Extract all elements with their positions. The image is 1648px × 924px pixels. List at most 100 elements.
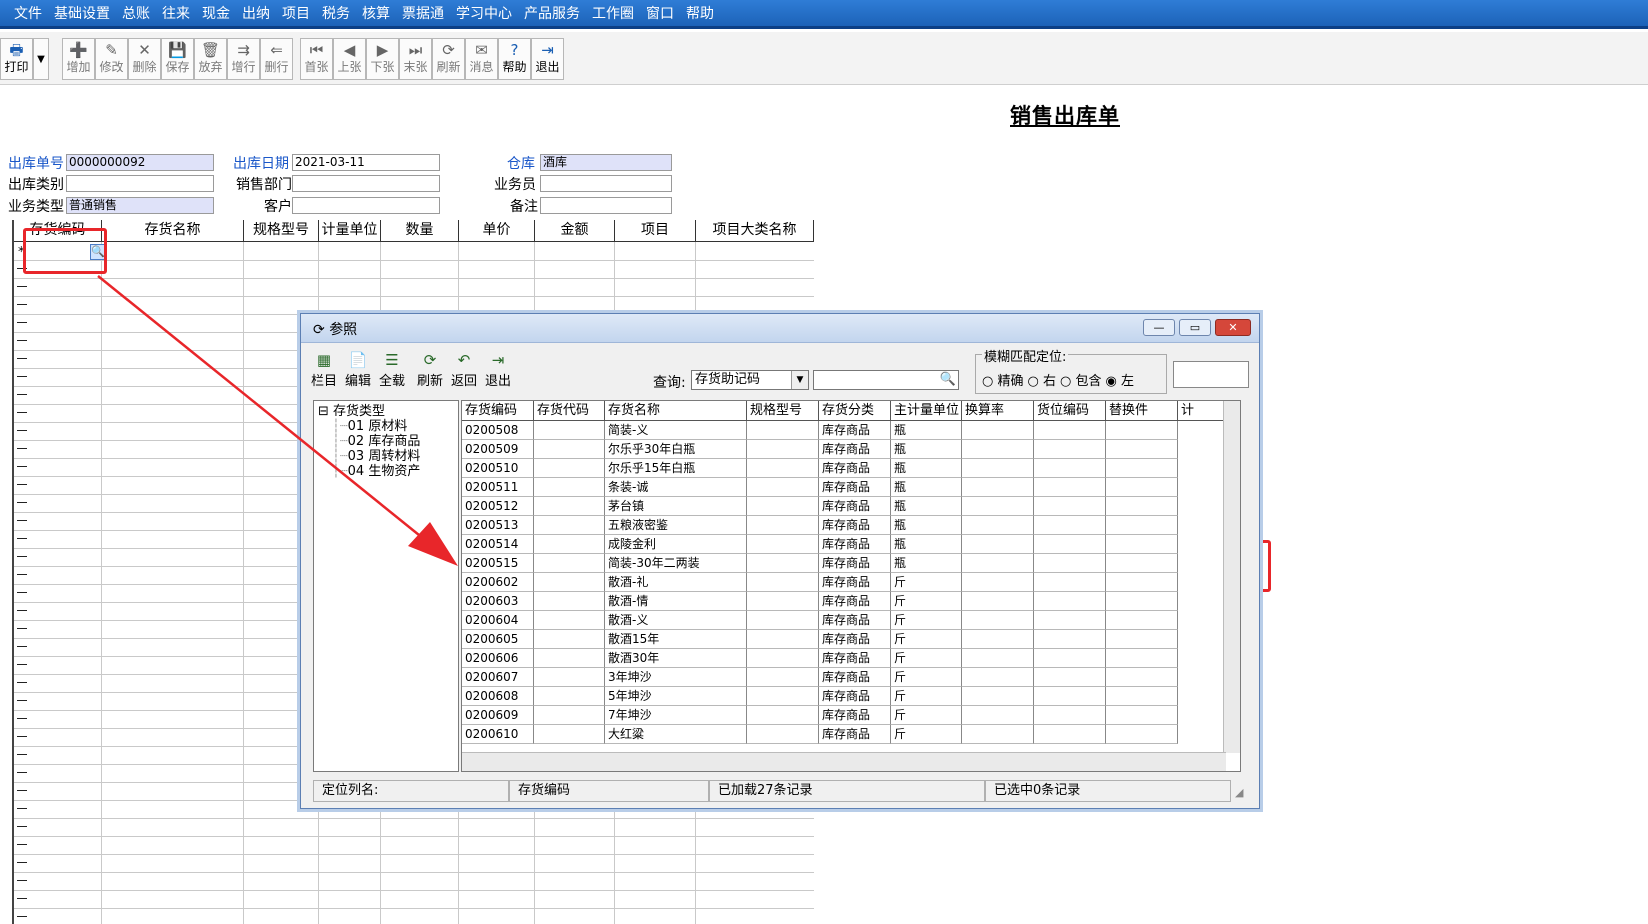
tree-node[interactable]: ┆┈02 库存商品 xyxy=(332,434,420,449)
table-cell[interactable]: 0200510 xyxy=(462,459,534,478)
fuzzy-option-2[interactable]: ○ 包含 xyxy=(1060,374,1102,389)
table-cell[interactable] xyxy=(1034,478,1106,497)
table-cell[interactable]: 尔乐乎30年白瓶 xyxy=(605,440,747,459)
table-cell[interactable]: 库存商品 xyxy=(819,421,891,440)
table-cell[interactable] xyxy=(1106,592,1178,611)
table-cell[interactable]: 0200610 xyxy=(462,725,534,744)
biz-type-field[interactable]: 普通销售 xyxy=(66,197,214,214)
table-cell[interactable] xyxy=(1034,687,1106,706)
table-cell[interactable]: 0200609 xyxy=(462,706,534,725)
table-cell[interactable]: 库存商品 xyxy=(819,630,891,649)
table-cell[interactable] xyxy=(747,573,819,592)
category-field[interactable] xyxy=(66,175,214,192)
table-cell[interactable] xyxy=(747,478,819,497)
table-cell[interactable]: 库存商品 xyxy=(819,535,891,554)
table-cell[interactable] xyxy=(534,459,605,478)
table-cell[interactable]: 库存商品 xyxy=(819,611,891,630)
column-header[interactable]: 存货编码 xyxy=(462,401,534,421)
table-cell[interactable] xyxy=(962,497,1034,516)
table-cell[interactable] xyxy=(534,497,605,516)
table-cell[interactable] xyxy=(747,706,819,725)
menu-item[interactable]: 工作圈 xyxy=(592,3,634,23)
help-button[interactable]: ? 帮助 xyxy=(498,38,531,80)
customer-field[interactable] xyxy=(292,197,440,214)
table-cell[interactable]: 0200608 xyxy=(462,687,534,706)
table-cell[interactable]: 库存商品 xyxy=(819,725,891,744)
table-cell[interactable] xyxy=(962,478,1034,497)
maximize-button[interactable]: ▭ xyxy=(1179,319,1211,336)
table-cell[interactable] xyxy=(1106,478,1178,497)
table-cell[interactable] xyxy=(1106,725,1178,744)
table-cell[interactable]: 斤 xyxy=(891,611,962,630)
table-cell[interactable] xyxy=(1034,421,1106,440)
collapse-icon[interactable]: ⊟ xyxy=(318,404,329,419)
table-cell[interactable] xyxy=(747,611,819,630)
table-cell[interactable] xyxy=(534,668,605,687)
delete-button[interactable]: ✕ 删除 xyxy=(128,38,161,80)
column-header[interactable]: 计量单位 xyxy=(319,220,381,242)
table-cell[interactable]: 库存商品 xyxy=(819,706,891,725)
table-cell[interactable] xyxy=(962,516,1034,535)
table-cell[interactable] xyxy=(747,421,819,440)
column-header[interactable]: 项目大类名称 xyxy=(696,220,814,242)
column-header[interactable]: 存货分类 xyxy=(819,401,891,421)
column-header[interactable]: 货位编码 xyxy=(1034,401,1106,421)
table-cell[interactable] xyxy=(1106,535,1178,554)
menu-item[interactable]: 票据通 xyxy=(402,3,444,23)
table-cell[interactable]: 斤 xyxy=(891,706,962,725)
table-cell[interactable] xyxy=(962,592,1034,611)
table-cell[interactable]: 7年坤沙 xyxy=(605,706,747,725)
column-header[interactable]: 存货名称 xyxy=(605,401,747,421)
table-cell[interactable] xyxy=(747,630,819,649)
table-cell[interactable]: 瓶 xyxy=(891,478,962,497)
table-cell[interactable] xyxy=(747,592,819,611)
previous-button[interactable]: ◀ 上张 xyxy=(333,38,366,80)
table-cell[interactable]: 0200515 xyxy=(462,554,534,573)
table-cell[interactable] xyxy=(1034,459,1106,478)
table-cell[interactable]: 0200513 xyxy=(462,516,534,535)
column-header[interactable]: 存货代码 xyxy=(534,401,605,421)
menu-item[interactable]: 核算 xyxy=(362,3,390,23)
table-cell[interactable] xyxy=(962,573,1034,592)
table-cell[interactable]: 散酒15年 xyxy=(605,630,747,649)
add-row-button[interactable]: ⇉ 增行 xyxy=(227,38,260,80)
table-cell[interactable]: 斤 xyxy=(891,668,962,687)
table-cell[interactable] xyxy=(534,478,605,497)
table-cell[interactable]: 斤 xyxy=(891,725,962,744)
print-dropdown-button[interactable]: ▼ xyxy=(33,38,49,80)
table-cell[interactable] xyxy=(747,554,819,573)
table-cell[interactable]: 0200514 xyxy=(462,535,534,554)
menu-item[interactable]: 税务 xyxy=(322,3,350,23)
table-cell[interactable]: 散酒-礼 xyxy=(605,573,747,592)
column-header[interactable]: 项目 xyxy=(615,220,696,242)
table-cell[interactable]: 库存商品 xyxy=(819,592,891,611)
table-cell[interactable] xyxy=(1034,706,1106,725)
dialog-refresh-button[interactable]: ⟳ 刷新 xyxy=(415,350,445,390)
table-cell[interactable]: 斤 xyxy=(891,630,962,649)
table-cell[interactable]: 散酒-义 xyxy=(605,611,747,630)
table-cell[interactable] xyxy=(1034,535,1106,554)
inventory-grid[interactable]: 存货编码 存货代码 存货名称 规格型号 存货分类 主计量单位 换算率 货位编码 替换件计 0200… xyxy=(461,400,1241,772)
table-cell[interactable]: 0200602 xyxy=(462,573,534,592)
column-header[interactable]: 单价 xyxy=(459,220,535,242)
table-cell[interactable] xyxy=(1106,573,1178,592)
table-cell[interactable] xyxy=(747,459,819,478)
table-cell[interactable] xyxy=(962,535,1034,554)
table-cell[interactable] xyxy=(1034,649,1106,668)
minimize-button[interactable]: — xyxy=(1143,319,1175,336)
dialog-titlebar[interactable]: ⟳ 参照 — ▭ ✕ xyxy=(301,314,1259,343)
table-cell[interactable] xyxy=(1034,440,1106,459)
table-cell[interactable]: 0200511 xyxy=(462,478,534,497)
menu-item[interactable]: 出纳 xyxy=(242,3,270,23)
next-button[interactable]: ▶ 下张 xyxy=(366,38,399,80)
table-cell[interactable] xyxy=(962,687,1034,706)
table-cell[interactable] xyxy=(747,725,819,744)
dept-field[interactable] xyxy=(292,175,440,192)
table-cell[interactable] xyxy=(747,668,819,687)
query-input[interactable]: 🔍 xyxy=(813,370,959,390)
table-cell[interactable]: 成陵金利 xyxy=(605,535,747,554)
table-cell[interactable] xyxy=(962,611,1034,630)
menu-item[interactable]: 学习中心 xyxy=(456,3,512,23)
table-cell[interactable] xyxy=(1106,630,1178,649)
salesman-field[interactable] xyxy=(540,175,672,192)
